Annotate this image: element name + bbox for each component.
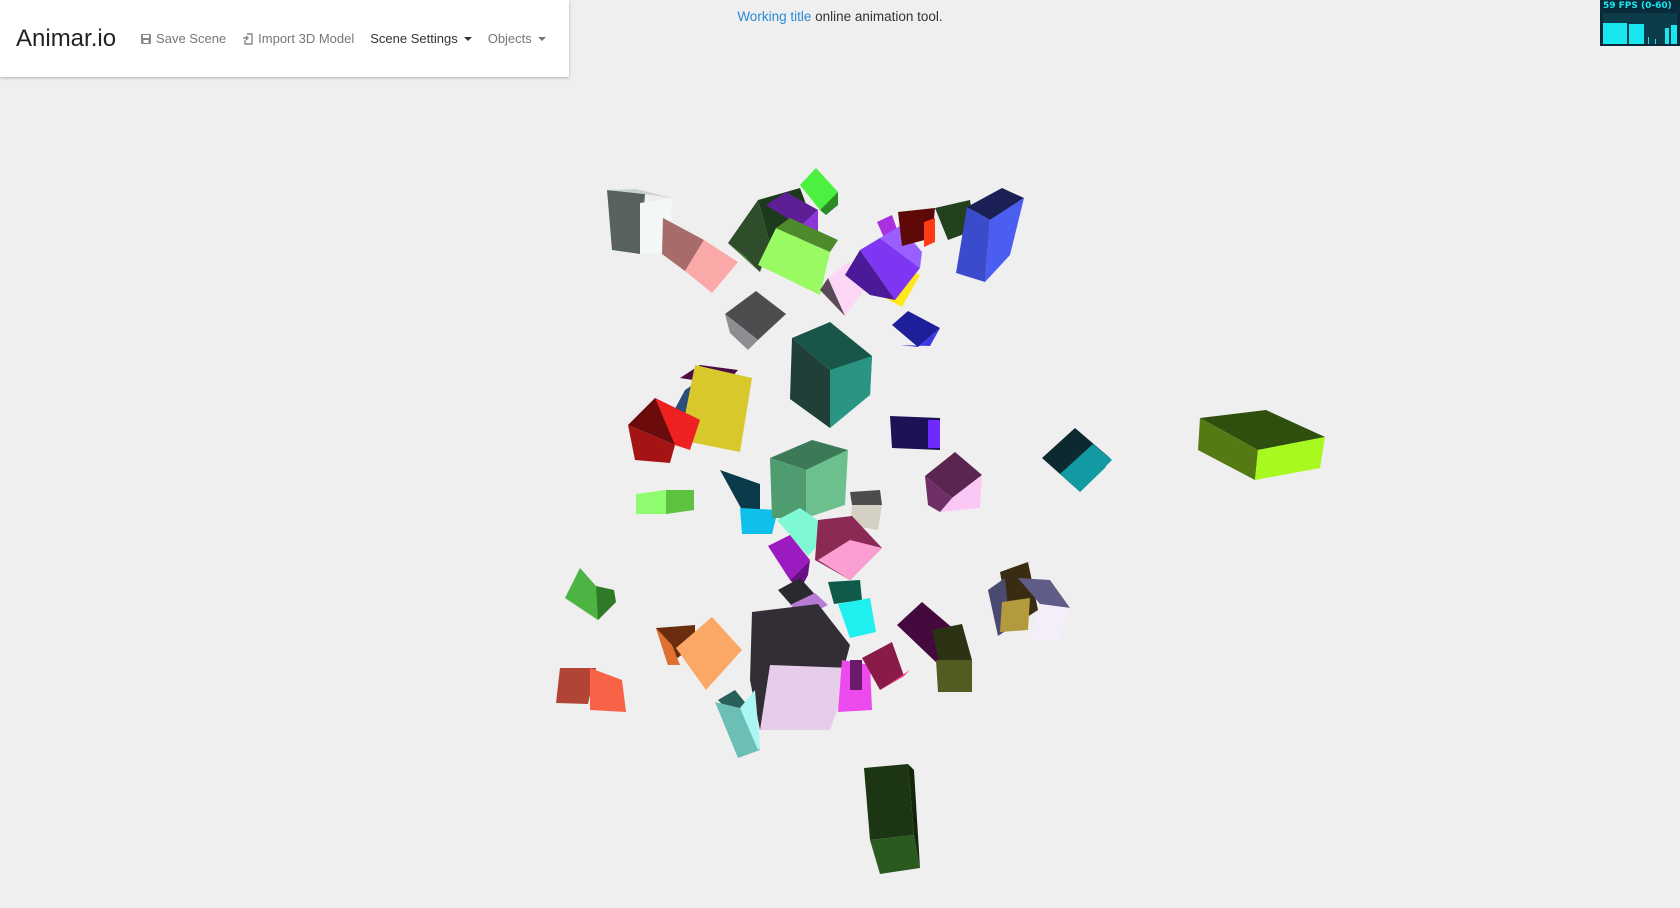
box-object[interactable] xyxy=(770,440,848,518)
scene-canvas[interactable] xyxy=(0,0,1680,908)
fps-bar xyxy=(1603,23,1627,44)
box-object[interactable] xyxy=(715,690,760,758)
box-object[interactable] xyxy=(607,189,672,254)
box-object[interactable] xyxy=(656,617,742,690)
fps-bar xyxy=(1671,25,1677,44)
box-object[interactable] xyxy=(892,311,940,347)
fps-bar xyxy=(1627,23,1629,44)
box-object[interactable] xyxy=(725,291,786,350)
banner-text: online animation tool. xyxy=(811,9,943,24)
scene-settings-label: Scene Settings xyxy=(370,31,458,46)
fps-bar xyxy=(1648,37,1649,44)
chevron-down-icon xyxy=(463,37,472,41)
chevron-down-icon xyxy=(537,37,546,41)
working-title-link[interactable]: Working title xyxy=(737,9,811,24)
box-object[interactable] xyxy=(988,562,1070,642)
3d-viewport[interactable] xyxy=(0,0,1680,908)
fps-graph xyxy=(1603,13,1677,44)
objects-dropdown[interactable]: Objects xyxy=(488,31,546,46)
box-object[interactable] xyxy=(636,490,694,514)
box-object[interactable] xyxy=(790,322,872,428)
fps-readout: 59 FPS (0-60) xyxy=(1603,1,1672,11)
save-icon xyxy=(141,33,152,44)
box-object[interactable] xyxy=(890,416,940,450)
box-object[interactable] xyxy=(1042,428,1112,492)
box-object[interactable] xyxy=(720,470,778,534)
top-navbar: Animar.io Save Scene Import 3D Model Sce… xyxy=(0,0,569,77)
objects-label: Objects xyxy=(487,31,532,46)
box-object[interactable] xyxy=(565,568,616,620)
box-object[interactable] xyxy=(1198,410,1325,480)
fps-bar xyxy=(1655,39,1656,44)
import-3d-model-label: Import 3D Model xyxy=(258,31,355,46)
import-icon xyxy=(243,32,253,45)
fps-stats-panel[interactable]: 59 FPS (0-60) xyxy=(1600,0,1680,46)
brand-logo[interactable]: Animar.io xyxy=(16,25,116,53)
fps-bar xyxy=(1665,28,1669,44)
box-object[interactable] xyxy=(838,660,872,712)
box-object[interactable] xyxy=(897,602,972,692)
box-object[interactable] xyxy=(864,764,920,874)
fps-bar xyxy=(1629,24,1644,44)
box-object[interactable] xyxy=(925,452,982,512)
box-object[interactable] xyxy=(556,668,626,712)
save-scene-button[interactable]: Save Scene xyxy=(140,31,226,46)
scene-objects[interactable] xyxy=(556,168,1325,874)
box-object[interactable] xyxy=(750,604,852,730)
save-scene-label: Save Scene xyxy=(156,31,227,46)
box-object[interactable] xyxy=(898,208,935,247)
scene-settings-dropdown[interactable]: Scene Settings xyxy=(370,31,472,46)
import-3d-model-button[interactable]: Import 3D Model xyxy=(242,31,354,46)
box-object[interactable] xyxy=(662,218,738,293)
fps-graph-bars xyxy=(1603,23,1677,44)
